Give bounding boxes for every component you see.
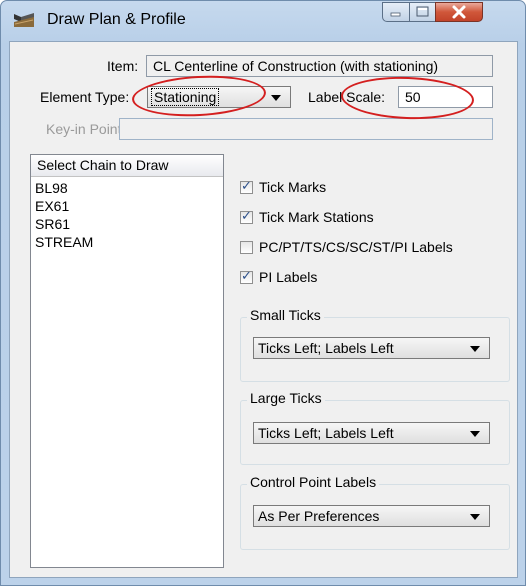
element-type-value: Stationing	[150, 88, 220, 106]
small-ticks-dropdown[interactable]: Ticks Left; Labels Left	[253, 337, 490, 359]
tick-marks-label: Tick Marks	[259, 179, 327, 195]
large-ticks-title: Large Ticks	[247, 390, 325, 406]
chain-list-header[interactable]: Select Chain to Draw	[31, 155, 223, 177]
minimize-button[interactable]	[382, 2, 410, 22]
pi-labels-checkbox[interactable]	[240, 269, 253, 284]
label-scale-input[interactable]: 50	[398, 86, 493, 108]
chevron-down-icon	[271, 95, 281, 101]
small-ticks-value: Ticks Left; Labels Left	[258, 340, 394, 356]
dialog-window: Draw Plan & Profile Item: CL Centerline …	[0, 0, 526, 586]
element-type-label: Element Type:	[40, 89, 130, 105]
large-ticks-dropdown[interactable]: Ticks Left; Labels Left	[253, 422, 490, 444]
pc-pt-labels-checkbox[interactable]	[240, 241, 253, 254]
keyin-points-input[interactable]	[119, 118, 493, 140]
small-ticks-title: Small Ticks	[247, 307, 324, 323]
control-point-labels-title: Control Point Labels	[247, 474, 380, 490]
close-icon	[452, 5, 466, 19]
window-title: Draw Plan & Profile	[47, 11, 186, 28]
list-item[interactable]: SR61	[31, 215, 223, 233]
app-icon	[14, 13, 34, 27]
control-point-labels-value: As Per Preferences	[258, 508, 380, 524]
title-bar[interactable]: Draw Plan & Profile	[1, 1, 525, 41]
large-ticks-value: Ticks Left; Labels Left	[258, 425, 394, 441]
item-field[interactable]: CL Centerline of Construction (with stat…	[146, 55, 493, 77]
element-type-dropdown[interactable]: Stationing	[147, 86, 291, 108]
close-button[interactable]	[435, 2, 483, 22]
list-item[interactable]: STREAM	[31, 233, 223, 251]
dialog-body: Item: CL Centerline of Construction (wit…	[9, 41, 518, 578]
tick-mark-stations-checkbox[interactable]	[240, 209, 253, 224]
chevron-down-icon	[470, 346, 480, 352]
tick-mark-stations-label: Tick Mark Stations	[259, 209, 374, 225]
minimize-icon	[390, 12, 401, 17]
pi-labels-label: PI Labels	[259, 269, 318, 285]
chevron-down-icon	[470, 431, 480, 437]
pc-pt-labels-label: PC/PT/TS/CS/SC/ST/PI Labels	[259, 239, 453, 255]
item-label: Item:	[107, 58, 139, 74]
list-item[interactable]: EX61	[31, 197, 223, 215]
chevron-down-icon	[470, 514, 480, 520]
list-item[interactable]: BL98	[31, 179, 223, 197]
maximize-button[interactable]	[409, 2, 436, 22]
maximize-icon	[416, 6, 429, 17]
chain-listbox[interactable]: Select Chain to Draw BL98 EX61 SR61 STRE…	[30, 154, 224, 568]
tick-marks-checkbox[interactable]	[240, 179, 253, 194]
control-point-labels-dropdown[interactable]: As Per Preferences	[253, 505, 490, 527]
label-scale-label: Label Scale:	[308, 89, 386, 105]
